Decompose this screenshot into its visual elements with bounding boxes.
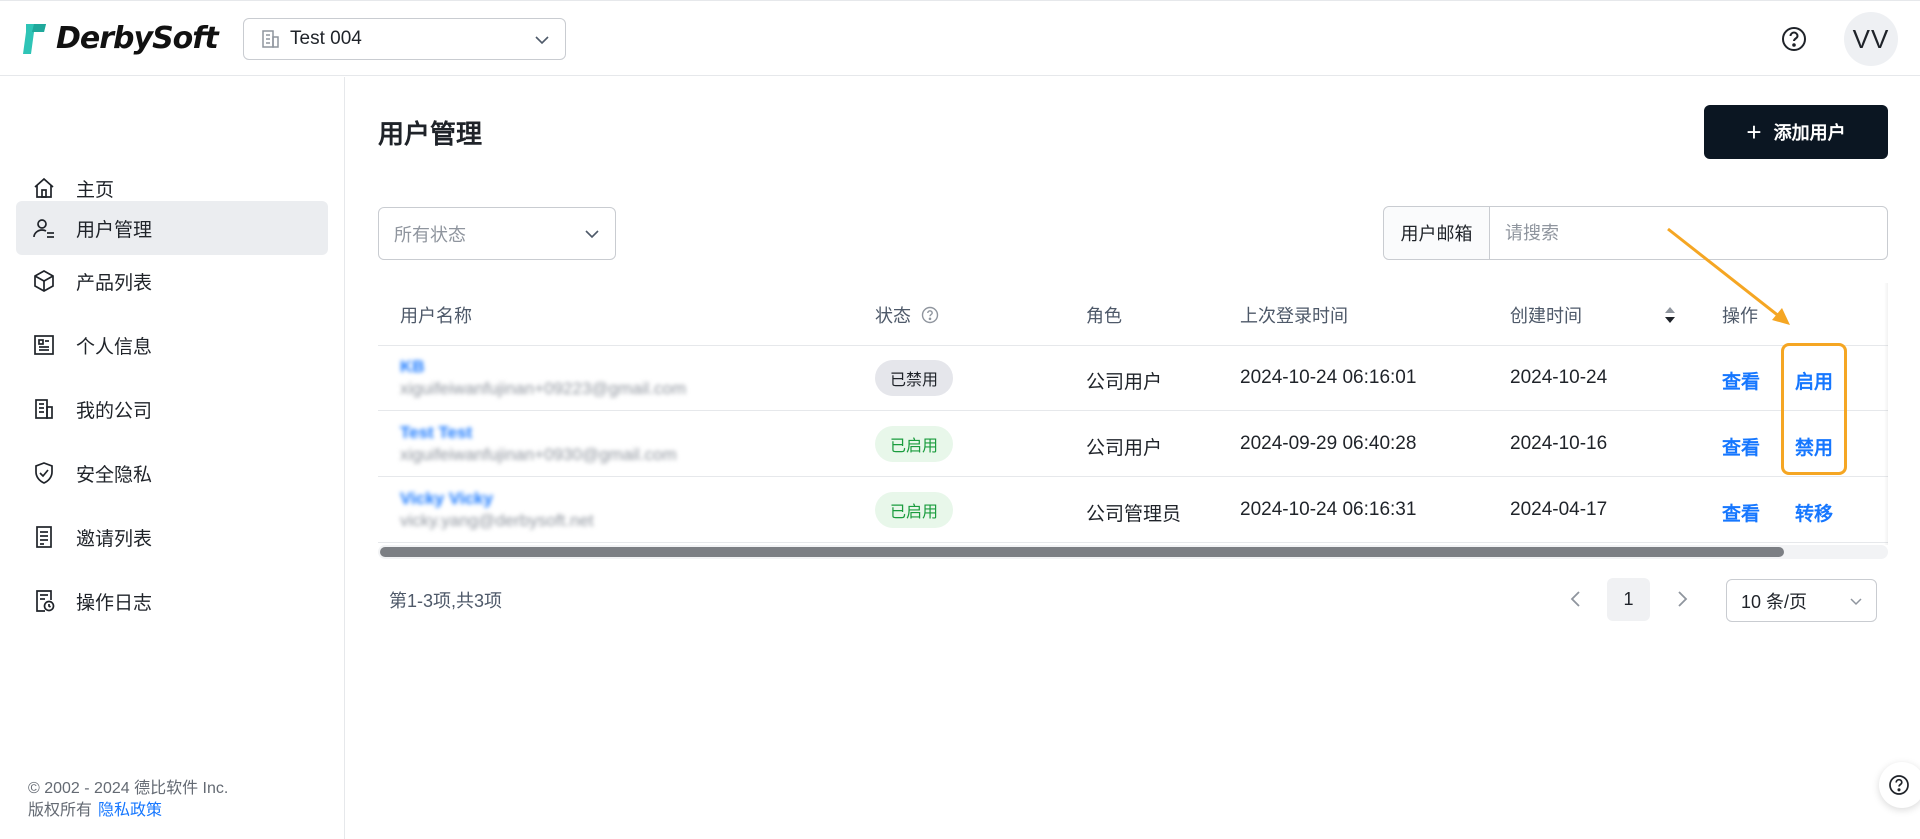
table-scroll-shadow xyxy=(1884,283,1888,545)
chevron-down-icon xyxy=(583,225,601,248)
sidebar-item-label: 用户管理 xyxy=(76,219,153,241)
sidebar-item-user-management[interactable]: 用户管理 xyxy=(16,201,328,255)
privacy-policy-link[interactable]: 隐私政策 xyxy=(98,802,162,819)
building-icon xyxy=(30,395,58,423)
sidebar-item-label: 我的公司 xyxy=(76,400,153,422)
transfer-button[interactable]: 转移 xyxy=(1795,499,1833,526)
last-login-cell: 2024-10-24 06:16:31 xyxy=(1240,499,1417,520)
role-cell: 公司管理员 xyxy=(1086,504,1182,525)
help-icon[interactable] xyxy=(1781,26,1807,52)
annotation-arrow-icon xyxy=(1667,227,1790,325)
role-cell: 公司用户 xyxy=(1086,372,1163,393)
column-header-created[interactable]: 创建时间 xyxy=(1510,302,1582,328)
document-list-icon xyxy=(30,523,58,551)
status-filter-select[interactable]: 所有状态 xyxy=(378,207,616,260)
column-header-username: 用户名称 xyxy=(400,306,472,326)
created-cell: 2024-10-16 xyxy=(1510,433,1608,454)
created-cell: 2024-04-17 xyxy=(1510,499,1608,520)
last-login-cell: 2024-09-29 06:40:28 xyxy=(1240,433,1417,454)
chevron-down-icon xyxy=(1848,594,1864,615)
row-divider xyxy=(378,542,1888,543)
company-select-value: Test 004 xyxy=(290,28,362,49)
column-header-role: 角色 xyxy=(1086,306,1122,326)
user-name-link[interactable]: Vicky Vicky xyxy=(400,489,493,509)
status-badge: 已启用 xyxy=(875,492,954,528)
row-divider xyxy=(378,476,1888,477)
add-user-label: 添加用户 xyxy=(1773,123,1846,143)
company-select[interactable]: Test 004 xyxy=(243,18,566,60)
plus-icon: + xyxy=(1746,117,1762,147)
sidebar-item-label: 产品列表 xyxy=(76,272,153,294)
help-icon xyxy=(1888,774,1910,796)
footer-rights: 版权所有 隐私政策 xyxy=(28,796,162,820)
view-button[interactable]: 查看 xyxy=(1722,367,1760,394)
sidebar-item-label: 主页 xyxy=(76,179,115,201)
page-title: 用户管理 xyxy=(378,119,483,149)
pagination-total: 第1-3项,共3项 xyxy=(389,591,503,611)
user-name-link[interactable]: Test Test xyxy=(400,423,472,443)
column-header-status: 状态 xyxy=(875,302,939,328)
sidebar-item-products[interactable]: 产品列表 xyxy=(16,254,328,308)
help-circle-icon[interactable] xyxy=(921,306,939,324)
search-group: 用户邮箱 xyxy=(1383,206,1888,260)
status-filter-placeholder: 所有状态 xyxy=(394,224,466,245)
sidebar-item-logs[interactable]: 操作日志 xyxy=(16,574,328,628)
created-cell: 2024-10-24 xyxy=(1510,367,1608,388)
derbysoft-logo-icon xyxy=(22,22,48,56)
sidebar-item-my-company[interactable]: 我的公司 xyxy=(16,382,328,436)
top-header: DerbySoft Test 004 VV xyxy=(0,0,1920,76)
annotation-highlight-box xyxy=(1781,343,1847,475)
add-user-button[interactable]: + 添加用户 xyxy=(1704,105,1888,159)
row-divider xyxy=(378,410,1888,411)
avatar[interactable]: VV xyxy=(1844,12,1898,66)
sidebar-item-label: 邀请列表 xyxy=(76,528,153,550)
brand-name: DerbySoft xyxy=(56,21,219,56)
sidebar-item-label: 个人信息 xyxy=(76,336,153,358)
column-header-status-label: 状态 xyxy=(875,306,911,326)
log-clock-icon xyxy=(30,587,58,615)
page-number-current[interactable]: 1 xyxy=(1607,578,1650,621)
user-email: xiguifeiwanfujinan+09223@gmail.com xyxy=(400,379,687,398)
status-badge: 已启用 xyxy=(875,426,954,462)
sidebar-item-security[interactable]: 安全隐私 xyxy=(16,446,328,500)
sidebar-item-invitations[interactable]: 邀请列表 xyxy=(16,510,328,564)
shield-check-icon xyxy=(30,459,58,487)
previous-page-icon[interactable] xyxy=(1564,587,1588,611)
search-field-selector[interactable]: 用户邮箱 xyxy=(1384,207,1490,259)
role-cell: 公司用户 xyxy=(1086,438,1163,459)
table-header-divider xyxy=(378,345,1888,346)
brand-logo[interactable]: DerbySoft xyxy=(22,21,219,56)
next-page-icon[interactable] xyxy=(1670,587,1694,611)
view-button[interactable]: 查看 xyxy=(1722,499,1760,526)
footer-rights-text: 版权所有 xyxy=(28,802,93,819)
sidebar-item-label: 操作日志 xyxy=(76,592,153,614)
page-size-value: 10 条/页 xyxy=(1741,591,1808,612)
status-badge: 已禁用 xyxy=(875,360,954,396)
sidebar-item-label: 安全隐私 xyxy=(76,464,153,486)
floating-help-button[interactable] xyxy=(1879,762,1920,808)
column-header-last-login: 上次登录时间 xyxy=(1240,306,1348,326)
home-icon xyxy=(30,174,58,202)
view-button[interactable]: 查看 xyxy=(1722,433,1760,460)
user-manage-icon xyxy=(30,214,58,242)
chevron-down-icon xyxy=(533,31,551,55)
cube-icon xyxy=(30,267,58,295)
page-size-select[interactable]: 10 条/页 xyxy=(1726,579,1877,622)
footer-copyright: © 2002 - 2024 德比软件 Inc. xyxy=(28,780,229,797)
sidebar: 主页 用户管理 产品列表 个人信息 我的公司 安全隐私 邀请列表 操作日志 © … xyxy=(0,77,345,839)
user-name-link[interactable]: KB xyxy=(400,357,425,377)
profile-card-icon xyxy=(30,331,58,359)
user-email: vicky.yang@derbysoft.net xyxy=(400,511,594,530)
horizontal-scrollbar-thumb[interactable] xyxy=(380,547,1784,557)
sidebar-item-profile[interactable]: 个人信息 xyxy=(16,318,328,372)
building-icon xyxy=(260,29,280,49)
user-email: xiguifeiwanfujinan+0930@gmail.com xyxy=(400,445,677,464)
last-login-cell: 2024-10-24 06:16:01 xyxy=(1240,367,1417,388)
